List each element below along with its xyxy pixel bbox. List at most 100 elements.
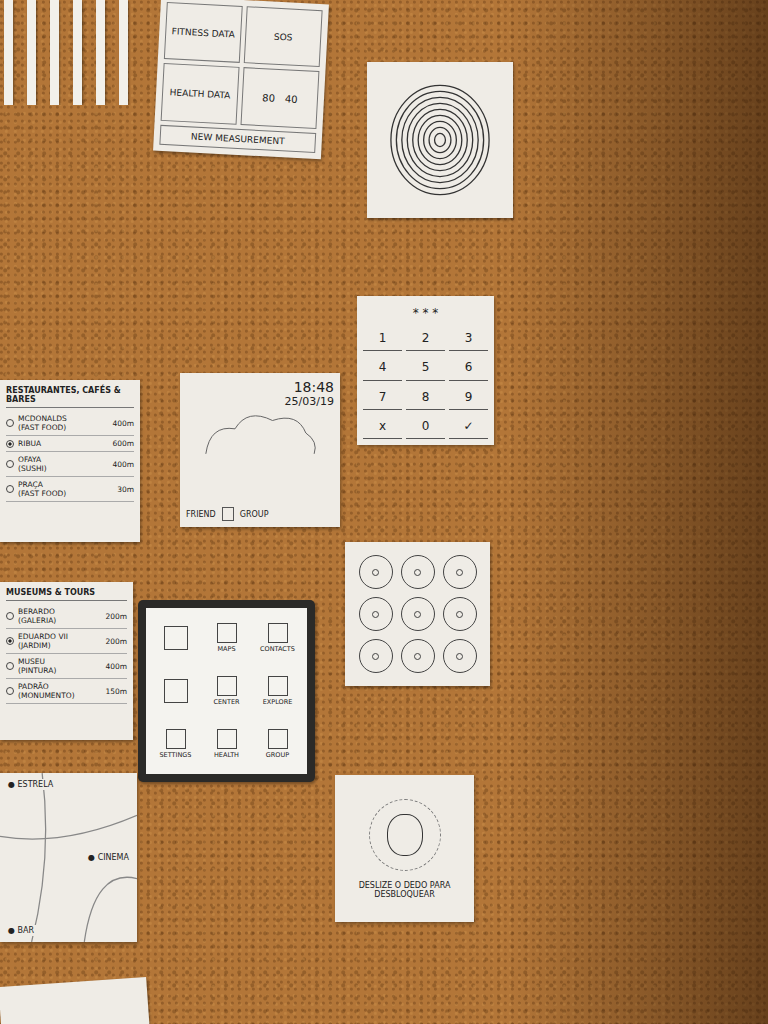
map-pin[interactable]: ● CINEMA bbox=[86, 852, 131, 863]
app-tile[interactable]: CONTACTS bbox=[254, 614, 301, 663]
pattern-dot[interactable] bbox=[401, 639, 435, 673]
app-tile[interactable]: GROUP bbox=[254, 719, 301, 768]
keypad-key[interactable]: 5 bbox=[406, 355, 445, 380]
place-name: PADRÃO(MONUMENTO) bbox=[18, 682, 101, 700]
keypad-card: * * *123 456 789 x0✓ bbox=[357, 296, 494, 445]
radio-button[interactable] bbox=[6, 612, 14, 620]
pattern-dot[interactable] bbox=[359, 639, 393, 673]
keypad-key[interactable]: 1 bbox=[363, 326, 402, 351]
menu-cell[interactable]: SOS bbox=[244, 6, 323, 67]
pattern-dot[interactable] bbox=[443, 597, 477, 631]
list-row[interactable]: EDUARDO VII(JARDIM)200m bbox=[6, 629, 127, 654]
paper-strip bbox=[50, 0, 59, 105]
cloud-icon bbox=[186, 408, 334, 458]
distance: 600m bbox=[112, 439, 134, 448]
list-row[interactable]: MUSEU(PINTURA)400m bbox=[6, 654, 127, 679]
app-icon[interactable] bbox=[217, 729, 237, 749]
dot-center bbox=[456, 653, 463, 660]
phone-card: MAPSCONTACTSCENTEREXPLORE SETTINGS HEALTHG… bbox=[138, 600, 315, 782]
app-icon[interactable] bbox=[164, 679, 188, 703]
menu-value: 80 bbox=[262, 92, 275, 104]
keypad-key[interactable]: 2 bbox=[406, 326, 445, 351]
app-icon[interactable] bbox=[268, 729, 288, 749]
time: 18:48 bbox=[186, 379, 334, 395]
pattern-dot[interactable] bbox=[443, 555, 477, 589]
app-tile[interactable]: MAPS bbox=[203, 614, 250, 663]
app-tile[interactable]: CENTER bbox=[203, 667, 250, 716]
paper-strips bbox=[0, 0, 140, 105]
list-row[interactable]: MCDONALDS(FAST FOOD)400m bbox=[6, 411, 134, 436]
list-row[interactable]: RIBUA 600m bbox=[6, 436, 134, 452]
app-tile[interactable]: SETTINGS bbox=[152, 719, 199, 768]
pattern-dot[interactable] bbox=[443, 639, 477, 673]
phone-screen: MAPSCONTACTSCENTEREXPLORE SETTINGS HEALTHG… bbox=[146, 608, 307, 774]
radio-button[interactable] bbox=[6, 485, 14, 493]
radio-button[interactable] bbox=[6, 419, 14, 427]
menu-cell[interactable]: HEALTH DATA bbox=[161, 63, 240, 125]
list-row[interactable]: OFAYA(SUSHI) 400m bbox=[6, 452, 134, 477]
keypad-key[interactable]: 6 bbox=[449, 355, 488, 380]
radio-button[interactable] bbox=[6, 687, 14, 695]
app-tile[interactable]: HEALTH bbox=[203, 719, 250, 768]
pattern-lock[interactable] bbox=[351, 555, 484, 673]
list-card: MUSEUMS & TOURSBERARDO(GALERIA)200mEDUAR… bbox=[0, 582, 133, 740]
menu-card: FITNESS DATASOSHEALTH DATA8040NEW MEASUR… bbox=[153, 0, 329, 159]
dot-center bbox=[372, 653, 379, 660]
pattern-dot[interactable] bbox=[401, 555, 435, 589]
radio-button[interactable] bbox=[6, 440, 14, 448]
place-name: RIBUA bbox=[18, 439, 108, 448]
keypad-key[interactable]: 7 bbox=[363, 385, 402, 410]
app-icon[interactable] bbox=[164, 626, 188, 650]
fingerprint-icon[interactable] bbox=[385, 80, 495, 200]
map-labels: ● ESTRELA ● CINEMA ● BAR bbox=[6, 779, 131, 936]
new-measurement-button[interactable]: NEW MEASUREMENT bbox=[159, 125, 316, 153]
pin-field: * * * bbox=[363, 302, 488, 326]
dot-center bbox=[456, 569, 463, 576]
keypad-key[interactable]: 3 bbox=[449, 326, 488, 351]
unlock-ring[interactable] bbox=[369, 799, 441, 871]
list-row[interactable]: PRAÇA(FAST FOOD)30m bbox=[6, 477, 134, 502]
paper-strip bbox=[119, 0, 128, 105]
paper-strip bbox=[4, 0, 13, 105]
radio-button[interactable] bbox=[6, 662, 14, 670]
distance: 200m bbox=[105, 612, 127, 621]
keypad-key[interactable]: ✓ bbox=[449, 414, 488, 439]
radio-button[interactable] bbox=[6, 637, 14, 645]
keypad-key[interactable]: 8 bbox=[406, 385, 445, 410]
pattern-dot[interactable] bbox=[359, 597, 393, 631]
app-icon[interactable] bbox=[166, 729, 186, 749]
friend-group[interactable]: FRIENDGROUP bbox=[186, 507, 334, 521]
blank-card bbox=[0, 977, 150, 1024]
keypad-key[interactable]: x bbox=[363, 414, 402, 439]
app-icon[interactable] bbox=[268, 623, 288, 643]
app-tile[interactable] bbox=[152, 614, 199, 663]
app-label: SETTINGS bbox=[159, 751, 191, 759]
strips-card bbox=[0, 0, 140, 105]
pattern-card bbox=[345, 542, 490, 686]
radio-button[interactable] bbox=[6, 460, 14, 468]
place-name: OFAYA(SUSHI) bbox=[18, 455, 108, 473]
place-name: PRAÇA(FAST FOOD) bbox=[18, 480, 113, 498]
keypad-key[interactable]: 4 bbox=[363, 355, 402, 380]
list-row[interactable]: BERARDO(GALERIA) 200m bbox=[6, 604, 127, 629]
app-icon[interactable] bbox=[217, 676, 237, 696]
list-row[interactable]: PADRÃO(MONUMENTO)150m bbox=[6, 679, 127, 704]
app-tile[interactable]: EXPLORE bbox=[254, 667, 301, 716]
unlock-button[interactable] bbox=[387, 814, 423, 856]
menu-cell[interactable]: FITNESS DATA bbox=[164, 2, 243, 63]
pattern-dot[interactable] bbox=[401, 597, 435, 631]
app-tile[interactable] bbox=[152, 667, 199, 716]
corkboard: FITNESS DATASOSHEALTH DATA 80 4 0 NEW MEASUR… bbox=[0, 0, 768, 1024]
map-pin[interactable]: ● ESTRELA bbox=[6, 779, 55, 790]
paper-strip bbox=[27, 0, 36, 105]
date: 25/03/19 bbox=[186, 395, 334, 408]
app-icon[interactable] bbox=[268, 676, 288, 696]
keypad-key[interactable]: 9 bbox=[449, 385, 488, 410]
keypad-key[interactable]: 0 bbox=[406, 414, 445, 439]
app-icon[interactable] bbox=[217, 623, 237, 643]
place-name: BERARDO(GALERIA) bbox=[18, 607, 101, 625]
keypad: 123 456 789 x0✓ bbox=[363, 326, 488, 439]
pattern-dot[interactable] bbox=[359, 555, 393, 589]
distance: 400m bbox=[112, 460, 134, 469]
map-pin[interactable]: ● BAR bbox=[6, 925, 36, 936]
